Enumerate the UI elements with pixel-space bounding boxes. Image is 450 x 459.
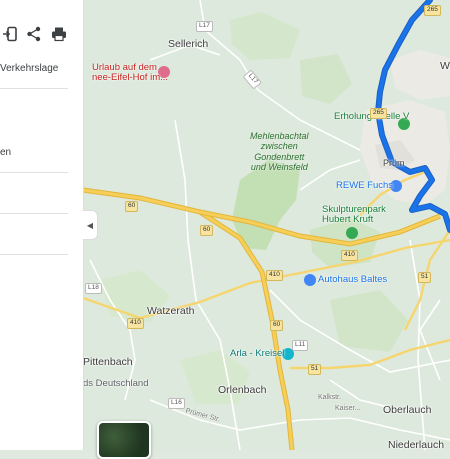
road-shield: L11 (292, 340, 309, 351)
side-panel: Verkehrslage en (0, 0, 84, 450)
divider (0, 172, 68, 173)
town-label-niederlauch[interactable]: Niederlauch (388, 440, 444, 451)
road-shield: L16 (168, 398, 185, 409)
road-shield: 265 (424, 5, 441, 16)
road-shield: 51 (308, 364, 322, 375)
print-icon[interactable] (51, 26, 67, 42)
town-label-pruem[interactable]: Prüm (383, 159, 405, 168)
road-shield: 410 (127, 318, 144, 329)
collapse-panel-button[interactable]: ◀ (83, 210, 98, 240)
poi-label-urlaub[interactable]: Urlaub auf dem nee-Eifel-Hof im... (92, 62, 168, 84)
phone-send-icon[interactable] (2, 26, 18, 42)
town-label-sellerich[interactable]: Sellerich (168, 39, 208, 50)
town-label-watzerath[interactable]: Watzerath (147, 306, 194, 317)
road-shield: 60 (125, 201, 139, 212)
share-icon[interactable] (26, 26, 42, 42)
town-label-orlenbach[interactable]: Orlenbach (218, 385, 266, 396)
road-shield: 51 (418, 272, 432, 283)
park-pin-icon (346, 227, 358, 239)
poi-label-rewe[interactable]: REWE Fuchs (336, 180, 393, 191)
poi-label-deutschland[interactable]: ds Deutschland (83, 378, 148, 389)
town-label-w[interactable]: W (440, 61, 450, 72)
poi-label-autohaus[interactable]: Autohaus Baltes (318, 274, 387, 285)
street-label-kalkstr: Kalkstr. (318, 394, 341, 401)
divider (0, 254, 68, 255)
poi-label-arla-kreisel[interactable]: Arla - Kreisel (230, 349, 284, 359)
road-shield: 60 (200, 225, 214, 236)
road-shield: L17 (196, 21, 213, 32)
road-shield: 410 (341, 250, 358, 261)
chevron-left-icon: ◀ (86, 220, 94, 230)
traffic-label[interactable]: Verkehrslage (0, 63, 58, 74)
divider (0, 213, 68, 214)
layer-toggle-button[interactable] (97, 421, 151, 459)
car-pin-icon (304, 274, 316, 286)
panel-item-text[interactable]: en (0, 147, 11, 158)
poi-label-skulpturenpark[interactable]: Skulpturenpark Hubert Kruft (322, 204, 386, 226)
road-shield: 265 (370, 108, 387, 119)
park-label[interactable]: Mehlenbachtal zwischen Gondenbrett und W… (250, 131, 309, 172)
town-label-pittenbach[interactable]: Pittenbach (83, 357, 133, 368)
road-shield: 410 (266, 270, 283, 281)
road-shield: L18 (85, 283, 102, 294)
street-label-kaiser: Kaiser... (335, 405, 361, 412)
town-label-oberlauch[interactable]: Oberlauch (383, 405, 431, 416)
divider (0, 88, 68, 89)
road-shield: 60 (270, 320, 284, 331)
